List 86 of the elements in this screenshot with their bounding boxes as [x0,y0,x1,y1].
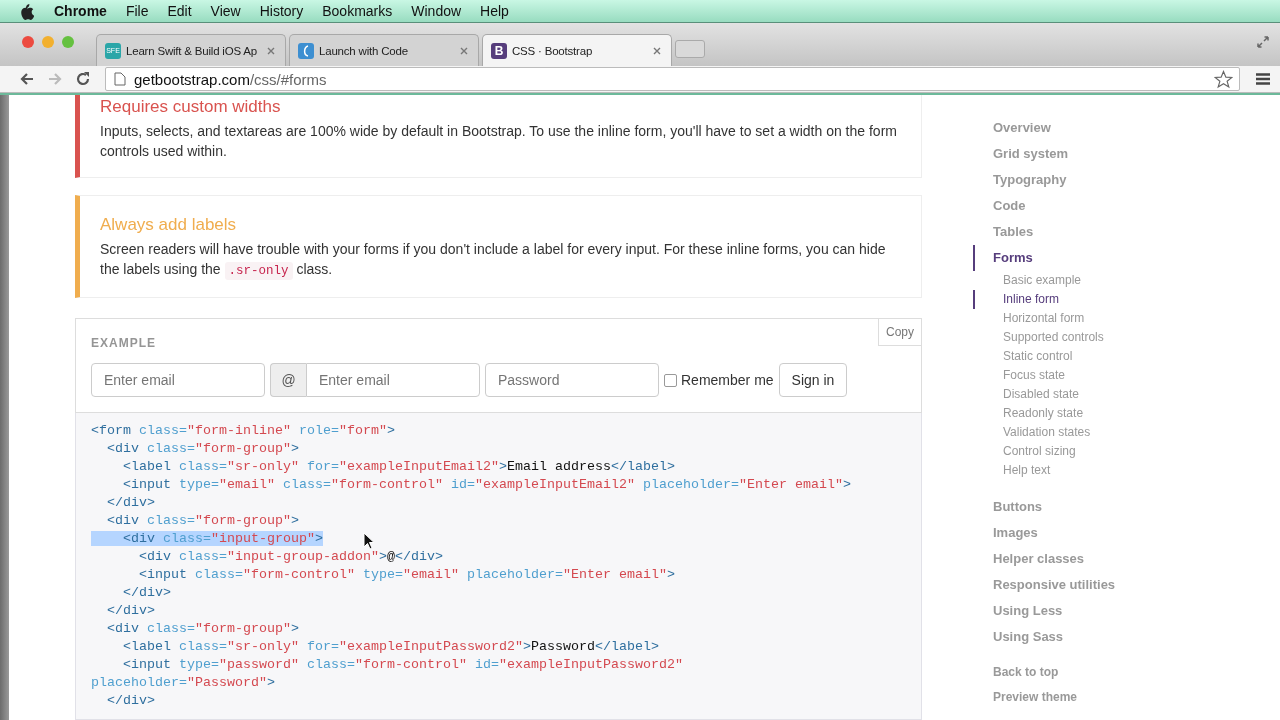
menu-item[interactable]: Bookmarks [322,3,393,19]
callout-text: Inputs, selects, and textareas are 100% wide by default in Bootstrap. To use the inline form, you'll have to set a width on the form controls used within. [100,122,898,161]
sidebar-link[interactable]: Preview theme [973,685,1078,710]
sidebar-item[interactable]: Responsive utilities [973,572,1116,598]
code-line: </div> [106,495,155,510]
code-line: <label class="sr-only" for="exampleInputPassword2">Password</label> [122,639,659,654]
sidebar-link[interactable]: Back to top [973,660,1078,685]
sidebar-item[interactable]: Helper classes [973,546,1085,572]
zoom-button[interactable] [62,35,74,48]
menu-icon[interactable] [1256,72,1270,86]
url-path: /css/#forms [249,70,327,88]
code-line: <input type="password" class="form-control" id="exampleInputPassword2" [122,657,683,672]
sidebar-subitem[interactable]: Basic example [973,271,1082,290]
copy-button[interactable]: Copy [878,318,922,346]
callout-title: Requires custom widths [100,97,282,117]
sidebar-item[interactable]: Buttons [973,494,1043,520]
site-icon: B [491,42,507,59]
sidebar-subitem[interactable]: Focus state [973,366,1066,385]
sidebar-item[interactable]: Images [973,520,1038,546]
address-bar[interactable]: getbootstrap.com/css/#forms [105,67,1240,91]
menu-item[interactable]: File [125,3,149,19]
back-icon[interactable] [19,71,35,87]
sidebar-item[interactable]: Typography [973,167,1067,193]
browser-tab[interactable]: B CSS · Bootstrap [482,34,672,66]
forward-icon[interactable] [47,71,63,87]
close-icon[interactable] [267,46,275,55]
code-line: </div> [106,603,155,618]
code-line: <div class="form-group"> [106,621,299,636]
code-line: <div class="form-group"> [106,441,299,456]
close-window-button[interactable] [22,35,34,48]
tab-title: CSS · Bootstrap [512,44,594,57]
menu-item[interactable]: Help [480,3,509,19]
sidebar-subitem[interactable]: Help text [973,461,1051,480]
sidebar-subitem[interactable]: Control sizing [973,442,1076,461]
menu-item[interactable]: Edit [167,3,192,19]
menu-item[interactable]: History [259,3,304,19]
sidebar-subitem[interactable]: Readonly state [973,404,1084,423]
browser-tab[interactable]: Launch with Code [289,34,479,66]
code-line: <div class="input-group-addon">@</div> [138,549,443,564]
input-field[interactable]: Enter email [91,363,265,397]
code-line: <input type="email" class="form-control" id="exampleInputEmail2" placeholder="Enter email"> [122,477,851,492]
star-icon[interactable] [1214,69,1233,89]
checkbox-label[interactable]: Remember me [681,372,774,388]
reload-icon[interactable] [75,71,91,87]
sidebar-subitem[interactable]: Disabled state [973,385,1080,404]
page-icon [114,72,126,86]
new-tab-button[interactable] [675,40,705,58]
sidebar-subitem[interactable]: Supported controls [973,328,1104,347]
code-line: <div class="form-group"> [106,513,299,528]
code-line: </div> [122,585,171,600]
sign-in-button[interactable]: Sign in [778,363,848,397]
sidebar-item[interactable]: Overview [973,115,1051,141]
menu-item[interactable]: Window [411,3,462,19]
tab-title: Learn Swift & Build iOS Ap [126,44,258,57]
sidebar-subitem[interactable]: Inline form [973,290,1060,309]
sidebar-item[interactable]: Grid system [973,141,1069,167]
sidebar-item[interactable]: Tables [973,219,1034,245]
input-field[interactable]: Password [485,363,659,397]
input-addon: @ [270,363,306,397]
example-label: EXAMPLE [91,336,157,350]
sidebar-subitem[interactable]: Static control [973,347,1073,366]
input-field[interactable]: Enter email [306,363,480,397]
sidebar-subitem[interactable]: Validation states [973,423,1091,442]
sidebar-subitem[interactable]: Horizontal form [973,309,1085,328]
code-line: placeholder="Password"> [91,675,275,690]
menu-item[interactable]: View [210,3,241,19]
sidebar-item[interactable]: Code [973,193,1026,219]
code-line: <label class="sr-only" for="exampleInputEmail2">Email address</label> [122,459,675,474]
sidebar-item[interactable]: Forms [973,245,1033,271]
code-line: </div> [106,693,155,708]
code-line: <input class="form-control" type="email" placeholder="Enter email"> [138,567,675,582]
fullscreen-icon[interactable] [1256,35,1270,49]
tab-title: Launch with Code [319,44,409,57]
apple-icon[interactable] [19,2,34,20]
code-line: <form class="form-inline" role="form"> [91,423,395,438]
sidebar-item[interactable]: Using Sass [973,624,1064,650]
callout-title: Always add labels [100,215,238,235]
checkbox[interactable] [664,373,677,387]
cursor-icon [363,532,375,550]
close-icon[interactable] [653,46,661,55]
sidebar-item[interactable]: Using Less [973,598,1063,624]
site-icon [298,42,314,59]
close-icon[interactable] [460,46,468,55]
callout-text: Screen readers will have trouble with your forms if you don't include a label for every input. For these inline forms, you can hide the labels using the .sr-only class. [100,240,887,281]
url-host: getbootstrap.com [134,70,250,88]
menu-item[interactable]: Chrome [54,3,107,19]
